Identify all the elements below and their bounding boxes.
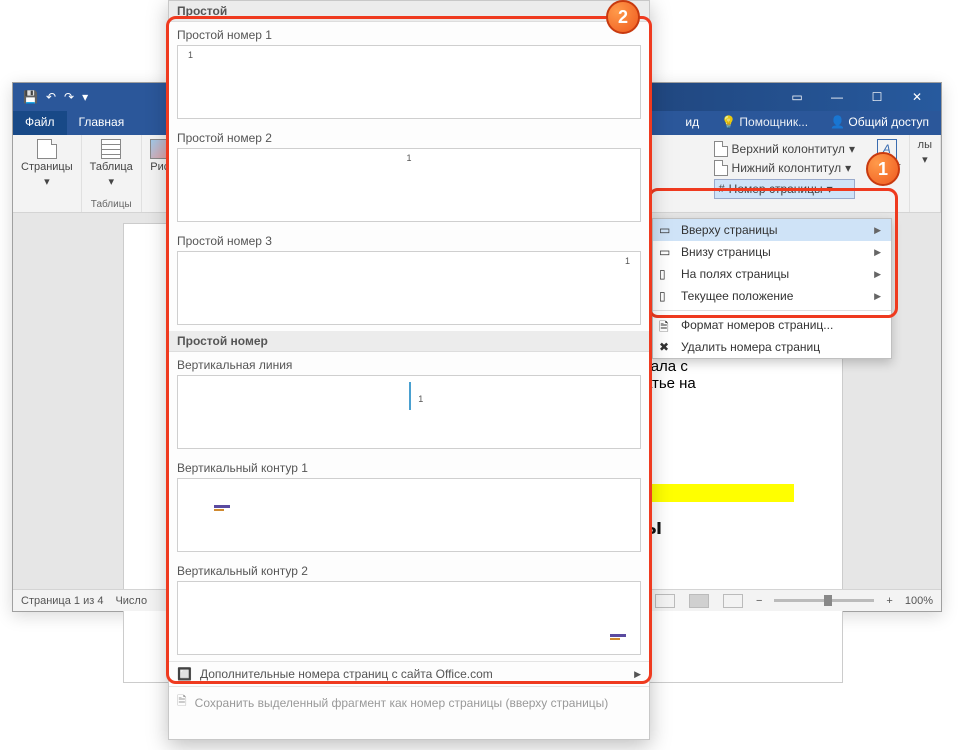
format-icon: 🗎 (659, 318, 675, 332)
gallery-option-label: Вертикальный контур 1 (169, 455, 649, 478)
footer-icon (714, 160, 728, 176)
redo-icon[interactable]: ↷ (64, 90, 74, 104)
zoom-in-button[interactable]: + (886, 595, 892, 607)
maximize-icon[interactable]: ☐ (857, 83, 897, 111)
gallery-option-vertical-contour-1[interactable] (177, 478, 641, 552)
ribbon-options-icon[interactable]: ▭ (777, 83, 817, 111)
view-read-mode[interactable] (655, 594, 675, 608)
qat-customize-icon[interactable]: ▾ (82, 90, 88, 104)
gallery-option-simple-3[interactable]: 1 (177, 251, 641, 325)
remove-icon: ✖ (659, 340, 675, 354)
gallery-option-label: Простой номер 3 (169, 228, 649, 251)
table-icon (101, 139, 121, 159)
header-button[interactable]: Верхний колонтитул ▾ (714, 141, 855, 157)
footer-button[interactable]: Нижний колонтитул ▾ (714, 160, 855, 176)
page-number-gallery: Простой Простой номер 1 1 Простой номер … (168, 0, 650, 740)
hash-icon: # (719, 183, 725, 195)
gallery-more-office[interactable]: 🔲Дополнительные номера страниц с сайта O… (169, 661, 649, 686)
menu-top-of-page[interactable]: ▭Вверху страницы▶ (653, 219, 891, 241)
tell-me[interactable]: 💡 Помощник... (711, 111, 818, 135)
page-margins-icon: ▯ (659, 267, 675, 281)
close-icon[interactable]: ✕ (897, 83, 937, 111)
menu-page-margins[interactable]: ▯На полях страницы▶ (653, 263, 891, 285)
chevron-right-icon: ▶ (874, 225, 881, 236)
minimize-icon[interactable]: — (817, 83, 857, 111)
tab-file[interactable]: Файл (13, 111, 67, 135)
gallery-option-label: Простой номер 1 (169, 22, 649, 45)
header-icon (714, 141, 728, 157)
gallery-option-vertical-line[interactable]: 1 (177, 375, 641, 449)
pictures-button[interactable]: Рис (150, 139, 170, 173)
gallery-section-simple: Простой (169, 1, 649, 22)
zoom-slider[interactable] (774, 599, 874, 602)
menu-format-numbers[interactable]: 🗎Формат номеров страниц... (653, 314, 891, 336)
tab-view-partial[interactable]: ид (673, 111, 711, 135)
gallery-option-vertical-contour-2[interactable] (177, 581, 641, 655)
view-print-layout[interactable] (689, 594, 709, 608)
picture-icon (150, 139, 170, 159)
gallery-option-label: Вертикальный контур 2 (169, 558, 649, 581)
gallery-section-simple-number: Простой номер (169, 331, 649, 352)
ribbon-group-caption: Таблицы (91, 199, 132, 210)
pages-button[interactable]: Страницы▾ (21, 139, 73, 188)
separator (653, 310, 891, 311)
gallery-option-label: Вертикальная линия (169, 352, 649, 375)
tab-home[interactable]: Главная (67, 111, 137, 135)
office-icon: 🔲 (177, 667, 192, 681)
ribbon-group-tables: Таблица▾ Таблицы (82, 135, 142, 212)
callout-badge-1: 1 (866, 152, 900, 186)
page-bottom-icon: ▭ (659, 245, 675, 259)
chevron-right-icon: ▶ (874, 291, 881, 302)
save-icon[interactable]: 💾 (23, 90, 38, 104)
chevron-right-icon: ▶ (874, 269, 881, 280)
menu-bottom-of-page[interactable]: ▭Внизу страницы▶ (653, 241, 891, 263)
gallery-option-simple-1[interactable]: 1 (177, 45, 641, 119)
status-page[interactable]: Страница 1 из 4 (21, 595, 103, 607)
callout-badge-2: 2 (606, 0, 640, 34)
page-top-icon: ▭ (659, 223, 675, 237)
page-number-menu: ▭Вверху страницы▶ ▭Внизу страницы▶ ▯На п… (652, 218, 892, 359)
table-button[interactable]: Таблица▾ (90, 139, 133, 188)
quick-access-toolbar: 💾 ↶ ↷ ▾ (17, 90, 88, 104)
chevron-right-icon: ▶ (634, 669, 641, 680)
ribbon-group-header-footer: Верхний колонтитул ▾ Нижний колонтитул ▾… (704, 135, 865, 212)
zoom-out-button[interactable]: − (756, 595, 762, 607)
share-button[interactable]: 👤 Общий доступ (818, 111, 941, 135)
ribbon-group-pages: Страницы▾ (13, 135, 82, 212)
gallery-save-selection: 🗎Сохранить выделенный фрагмент как номер… (169, 686, 649, 718)
chevron-right-icon: ▶ (874, 247, 881, 258)
menu-remove-numbers[interactable]: ✖Удалить номера страниц (653, 336, 891, 358)
gallery-option-label: Простой номер 2 (169, 125, 649, 148)
page-number-button[interactable]: #Номер страницы ▾ (714, 179, 855, 199)
ribbon-group-symbols: лы▾ (910, 135, 941, 212)
save-selection-icon: 🗎 (177, 692, 187, 713)
zoom-level[interactable]: 100% (905, 595, 933, 607)
undo-icon[interactable]: ↶ (46, 90, 56, 104)
symbols-button[interactable]: лы▾ (918, 139, 932, 166)
cursor-icon: ▯ (659, 289, 675, 303)
gallery-option-simple-2[interactable]: 1 (177, 148, 641, 222)
status-word-count[interactable]: Число (115, 595, 147, 607)
menu-current-position[interactable]: ▯Текущее положение▶ (653, 285, 891, 307)
page-icon (37, 139, 57, 159)
view-web-layout[interactable] (723, 594, 743, 608)
